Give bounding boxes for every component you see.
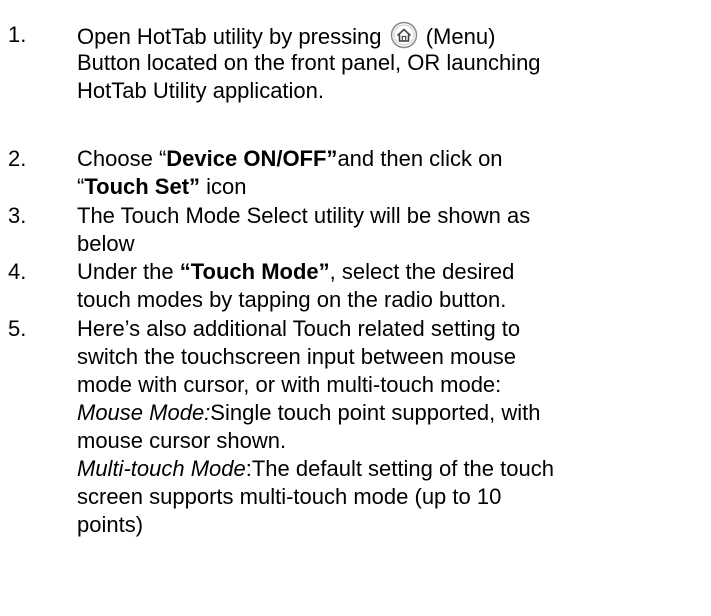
step-text: Open HotTab utility by pressing (Menu) B…: [77, 21, 702, 105]
step-line: Here’s also additional Touch related set…: [77, 316, 521, 341]
home-menu-icon: [390, 21, 417, 49]
step-line: Mouse Mode:Single touch point supported,…: [77, 400, 541, 425]
step-number: 1.: [8, 22, 27, 47]
step-number: 3.: [8, 203, 27, 228]
document-page: { "steps": [ { "number": "1.", "line1_pr…: [0, 0, 711, 616]
step-line: switch the touchscreen input between mou…: [77, 344, 517, 369]
step-line: mouse cursor shown.: [77, 428, 287, 453]
step-text: Under the “Touch Mode”, select the desir…: [77, 258, 702, 314]
step-line: screen supports multi-touch mode (up to …: [77, 484, 502, 509]
step-number: 4.: [8, 259, 27, 284]
step-line: Under the “Touch Mode”, select the desir…: [77, 259, 515, 284]
step-text: Here’s also additional Touch related set…: [77, 315, 702, 539]
step-line: Button located on the front panel, OR la…: [77, 50, 541, 75]
step-line: touch modes by tapping on the radio butt…: [77, 287, 507, 312]
step-text: Choose “Device ON/OFF”and then click on …: [77, 145, 702, 201]
step-line: “Touch Set” icon: [77, 174, 247, 199]
step-number: 2.: [8, 146, 27, 171]
step-text: The Touch Mode Select utility will be sh…: [77, 202, 702, 258]
step-line: below: [77, 231, 135, 256]
step-line: Choose “Device ON/OFF”and then click on: [77, 146, 503, 171]
step-line: mode with cursor, or with multi-touch mo…: [77, 372, 502, 397]
step-number: 5.: [8, 316, 27, 341]
step-line: Multi-touch Mode:The default setting of …: [77, 456, 554, 481]
step-line: HotTab Utility application.: [77, 78, 325, 103]
step-line: The Touch Mode Select utility will be sh…: [77, 203, 531, 228]
step-line: points): [77, 512, 144, 537]
step-line: Open HotTab utility by pressing (Menu): [77, 21, 702, 49]
